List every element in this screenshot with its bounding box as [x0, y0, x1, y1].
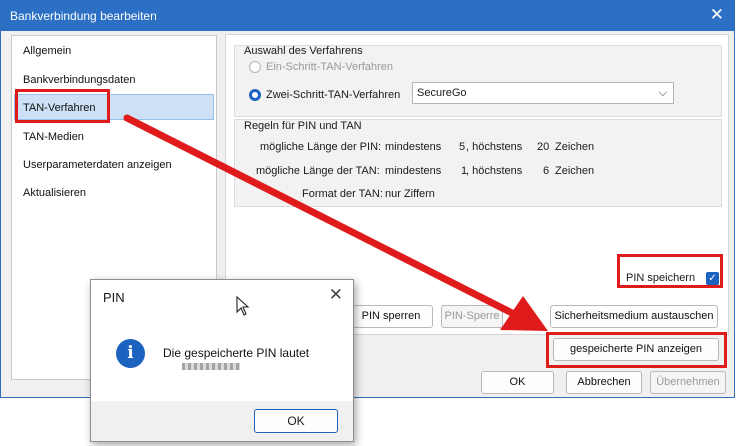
sidebar-item-tan-medien[interactable]: TAN-Medien [23, 131, 84, 143]
verfahren-legend: Auswahl des Verfahrens [244, 45, 363, 57]
tan-length-label: mögliche Länge der TAN: [256, 165, 380, 177]
verfahren-select-value: SecureGo [417, 87, 467, 99]
tan-min-label: mindestens [385, 165, 442, 177]
highlight-tan-verfahren [15, 89, 110, 123]
radio-ein-schritt-label: Ein-Schritt-TAN-Verfahren [266, 61, 393, 73]
pin-dialog-footer: OK [91, 401, 353, 441]
window-title: Bankverbindung bearbeiten [10, 9, 157, 23]
pin-sperre-button[interactable]: PIN-Sperre [441, 305, 503, 328]
radio-zwei-schritt-label: Zwei-Schritt-TAN-Verfahren [266, 89, 401, 101]
abbrechen-button[interactable]: Abbrechen [566, 371, 642, 394]
chevron-down-icon: ⌵ [658, 86, 667, 99]
pin-dialog-titlebar: PIN ✕ [91, 280, 353, 313]
tan-format-label: Format der TAN: [302, 188, 383, 200]
masked-pin-value [182, 363, 240, 370]
ok-button[interactable]: OK [481, 371, 554, 394]
tan-max-value: 6 [543, 165, 550, 177]
sidebar-item-allgemein[interactable]: Allgemein [23, 45, 71, 57]
pin-length-label: mögliche Länge der PIN: [260, 141, 382, 153]
close-icon[interactable]: ✕ [710, 5, 724, 25]
close-icon[interactable]: ✕ [329, 285, 343, 305]
pin-min-value: 5 [459, 141, 466, 153]
pin-sperren-button[interactable]: PIN sperren [349, 305, 433, 328]
uebernehmen-button[interactable]: Übernehmen [650, 371, 726, 394]
pin-anzeigen-button[interactable]: gespeicherte PIN anzeigen [553, 338, 719, 361]
regeln-group: Regeln für PIN und TAN mögliche Länge de… [234, 119, 722, 207]
tan-format-value: nur Ziffern [385, 188, 435, 200]
tan-max-label: , höchstens [466, 165, 523, 177]
regeln-legend: Regeln für PIN und TAN [244, 120, 362, 132]
tan-unit: Zeichen [555, 165, 595, 177]
verfahren-select[interactable]: SecureGo ⌵ [412, 82, 674, 104]
pin-min-label: mindestens [385, 141, 442, 153]
verfahren-group: Auswahl des Verfahrens Ein-Schritt-TAN-V… [234, 45, 722, 117]
sidebar-item-aktualisieren[interactable]: Aktualisieren [23, 187, 86, 199]
pin-dialog-message: Die gespeicherte PIN lautet [163, 346, 310, 360]
mouse-cursor-icon [236, 296, 250, 316]
radio-zwei-schritt[interactable] [249, 89, 261, 101]
sidebar-item-bankverbindungsdaten[interactable]: Bankverbindungsdaten [23, 74, 136, 86]
highlight-pin-speichern [617, 254, 723, 288]
radio-ein-schritt[interactable] [249, 61, 261, 73]
pin-dialog-title: PIN [103, 290, 125, 305]
window-titlebar: Bankverbindung bearbeiten ✕ [1, 1, 734, 31]
info-icon: i [116, 339, 145, 368]
pin-dialog-ok-button[interactable]: OK [254, 409, 338, 433]
sicherheitsmedium-button[interactable]: Sicherheitsmedium austauschen [550, 305, 718, 328]
pin-max-value: 20 [537, 141, 550, 153]
pin-unit: Zeichen [555, 141, 595, 153]
sidebar-item-userparameterdaten[interactable]: Userparameterdaten anzeigen [23, 159, 172, 171]
pin-dialog: PIN ✕ i Die gespeicherte PIN lautet OK [90, 279, 354, 442]
pin-max-label: , höchstens [466, 141, 523, 153]
